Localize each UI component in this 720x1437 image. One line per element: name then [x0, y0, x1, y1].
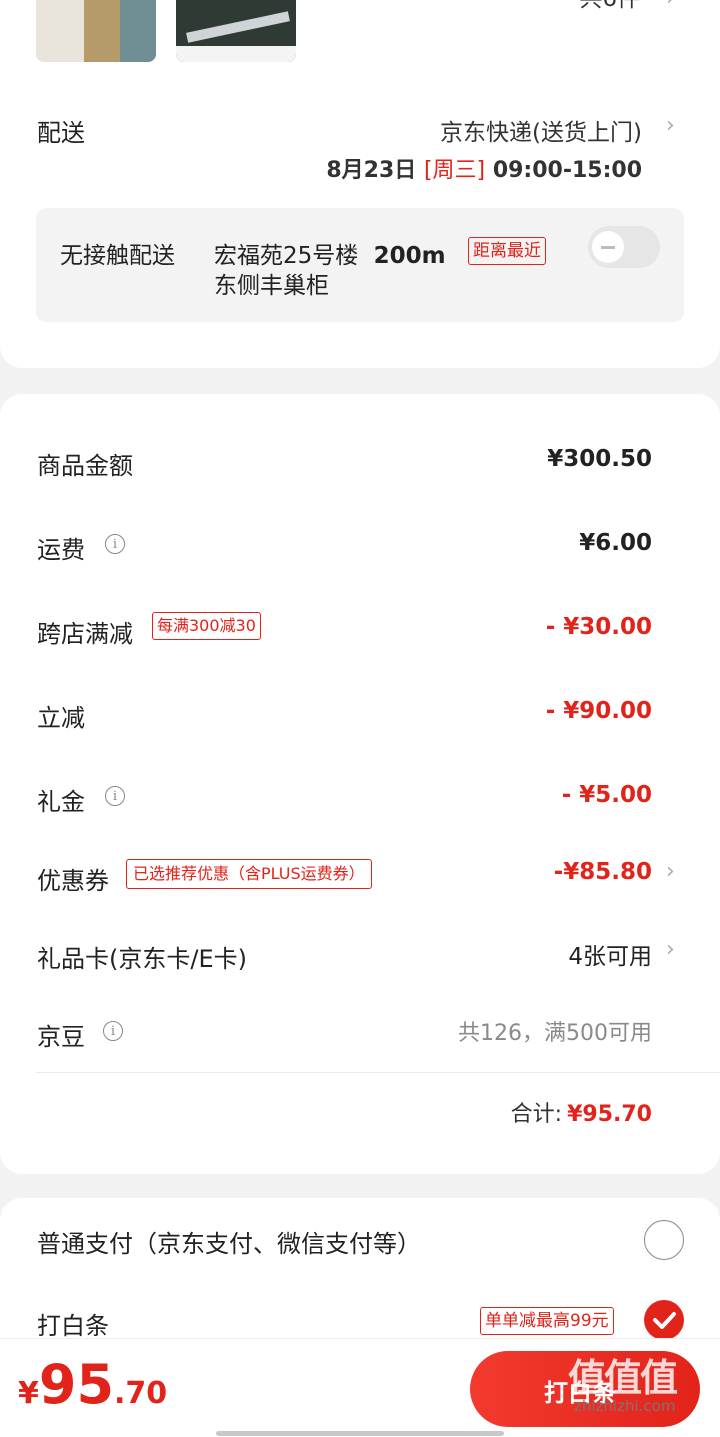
instant-discount-label: 立减 [37, 704, 85, 732]
delivery-chevron-icon[interactable]: › [666, 113, 675, 138]
coupon-tag[interactable]: 已选推荐优惠（含PLUS运费券） [126, 859, 372, 889]
coupon-chevron-icon[interactable]: › [666, 859, 675, 884]
item-count-chevron-icon[interactable]: › [666, 0, 675, 11]
watermark-url: zhizhizhi.com [574, 1397, 676, 1415]
bottom-bar: ¥95.70 打白条 值值值 zhizhizhi.com [0, 1338, 720, 1437]
item-count[interactable]: 共6件 [560, 0, 640, 14]
nearest-badge: 距离最近 [468, 237, 546, 265]
goods-amount-value: ¥300.50 [547, 446, 652, 472]
jingdou-value: 共126，满500可用 [458, 1021, 652, 1046]
delivery-weekday: [周三] [423, 158, 486, 183]
product-thumbnail-notebooks[interactable] [36, 0, 156, 62]
price-decimal: .70 [114, 1376, 168, 1411]
price-summary-card: 商品金额 ¥300.50 运费 i ¥6.00 跨店满减 每满300减30 - … [0, 394, 720, 1174]
gift-money-info-icon[interactable]: i [105, 786, 125, 806]
jingdou-label: 京豆 [37, 1023, 85, 1051]
gift-card-label: 礼品卡(京东卡/E卡) [37, 945, 247, 973]
instant-discount-value: - ¥90.00 [545, 698, 652, 724]
price-currency: ¥ [18, 1376, 39, 1411]
summary-divider [36, 1072, 720, 1073]
total-row: 合计: ¥95.70 [360, 1096, 652, 1128]
cross-store-discount-value: - ¥30.00 [545, 614, 652, 640]
cross-store-discount-label: 跨店满减 [37, 620, 133, 648]
total-price: ¥95.70 [18, 1353, 167, 1416]
baitiao-selected-check-icon[interactable] [644, 1300, 684, 1340]
gift-card-chevron-icon[interactable]: › [666, 937, 675, 962]
normal-payment-label[interactable]: 普通支付（京东支付、微信支付等） [37, 1224, 421, 1259]
gift-money-value: - ¥5.00 [561, 782, 652, 808]
contactless-box: 无接触配送 宏福苑25号楼 200m 距离最近 东侧丰巢柜 [36, 208, 684, 322]
home-indicator [216, 1431, 504, 1436]
baitiao-tag: 单单减最高99元 [480, 1307, 614, 1335]
toggle-knob [592, 231, 624, 263]
delivery-card: 共6件 › 配送 京东快递(送货上门) › 8月23日 [周三] 09:00-1… [0, 0, 720, 368]
shipping-label: 运费 [37, 536, 85, 564]
product-thumbnail-ruler[interactable] [176, 0, 296, 62]
contactless-toggle[interactable] [588, 226, 660, 268]
delivery-timeslot: 09:00-15:00 [492, 158, 642, 183]
delivery-method[interactable]: 京东快递(送货上门) [300, 113, 642, 147]
shipping-value: ¥6.00 [579, 530, 652, 556]
normal-payment-radio[interactable] [644, 1220, 684, 1260]
price-integer: 95 [38, 1353, 115, 1416]
delivery-time[interactable]: 8月23日 [周三] 09:00-15:00 [250, 152, 642, 184]
cross-store-discount-tag: 每满300减30 [152, 612, 261, 640]
shipping-info-icon[interactable]: i [105, 534, 125, 554]
delivery-date: 8月23日 [326, 158, 417, 183]
baitiao-label[interactable]: 打白条 [37, 1306, 109, 1341]
total-label: 合计: [510, 1102, 562, 1127]
watermark-text: 值值值 [568, 1356, 678, 1400]
delivery-label: 配送 [37, 119, 85, 147]
locker-address-line2: 东侧丰巢柜 [214, 273, 329, 299]
gift-money-label: 礼金 [37, 788, 85, 816]
contactless-label: 无接触配送 [60, 243, 175, 269]
coupon-value[interactable]: -¥85.80 [400, 859, 652, 885]
locker-distance: 200m [373, 243, 446, 269]
coupon-label: 优惠券 [37, 867, 109, 895]
total-value: ¥95.70 [567, 1102, 652, 1127]
locker-location: 宏福苑25号楼 200m [214, 236, 446, 270]
watermark-logo: 值值值 zhizhizhi.com [560, 1345, 720, 1425]
gift-card-value[interactable]: 4张可用 [400, 937, 652, 971]
jingdou-info-icon[interactable]: i [103, 1021, 123, 1041]
goods-amount-label: 商品金额 [37, 452, 133, 480]
